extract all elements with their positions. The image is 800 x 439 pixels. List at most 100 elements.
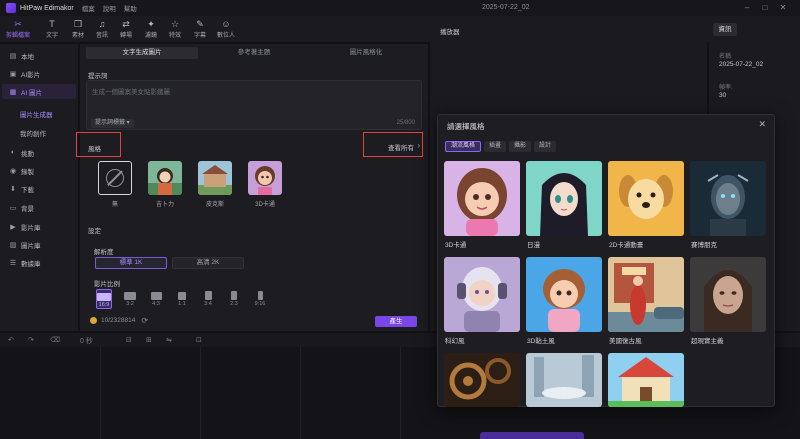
tool-material[interactable]: ❒ 素材 <box>66 18 90 40</box>
sidebar-item-video-library[interactable]: ▶ 影片庫 <box>2 219 76 234</box>
sidebar-item-swap[interactable]: ◐ 挑動 <box>2 145 76 160</box>
refresh-icon[interactable]: ⟳ <box>141 316 148 325</box>
chip-illustration[interactable]: 插畫 <box>484 141 507 152</box>
title-bar: HitPaw Edimakor 檔案 說明 幫助 2025-07-22_02 –… <box>0 0 800 16</box>
left-sidebar: ▤ 本地 ▣ AI影片 ▦ AI 圖片 圖片生成器 我的創作 ◐ 挑動 ◉ 錄製… <box>0 44 78 331</box>
style-card-label: 2D卡通動畫 <box>609 242 644 249</box>
style-card-label: 賽博朋克 <box>691 242 717 249</box>
music-icon: ♫ <box>98 19 106 29</box>
sidebar-subitem-my-creations[interactable]: 我的創作 <box>20 128 46 138</box>
subtitle-icon: ✎ <box>196 19 204 29</box>
image-generator-panel: 文字生成圖片 參考著主題 圖片風格化 提示詞 生成一個圖案美女貼影纖麗 提示詞標… <box>76 44 428 331</box>
tool-audio[interactable]: ♫ 音訊 <box>90 18 114 40</box>
style-card-steampunk[interactable] <box>444 353 520 407</box>
style-picker-dialog: 請選擇風格 ✕ 潮流風格 插畫 攝影 設計 3D卡通 日漫 2D卡通動畫 賽博朋… <box>437 114 775 407</box>
aspect-ratio-2-3[interactable]: 2:3 <box>226 289 242 309</box>
sidebar-subitem-image-generator[interactable]: 圖片生成器 <box>20 109 53 119</box>
aspect-ratio-label: 16:9 <box>98 302 110 308</box>
sidebar-item-local[interactable]: ▤ 本地 <box>2 48 76 63</box>
menu-help[interactable]: 說明 <box>103 3 116 13</box>
undo-icon[interactable]: ↶ <box>8 336 14 344</box>
resolution-2k-button[interactable]: 高清 2K <box>172 257 244 269</box>
sidebar-item-ai-video[interactable]: ▣ AI影片 <box>2 66 76 81</box>
tool-subtitle[interactable]: ✎ 字幕 <box>188 18 212 40</box>
style-card-3d-cartoon[interactable] <box>444 161 520 236</box>
tool-edit-files[interactable]: ✂ 剪輯檔案 <box>6 18 30 40</box>
aspect-ratio-3-4[interactable]: 3:4 <box>200 289 216 309</box>
tab-reference-subject[interactable]: 參考著主題 <box>198 47 310 59</box>
chip-photography[interactable]: 攝影 <box>509 141 532 152</box>
resolution-1k-button[interactable]: 標準 1K <box>95 257 167 269</box>
aspect-ratio-shape-icon <box>150 292 162 300</box>
style-card-surrealism[interactable] <box>690 257 766 332</box>
style-card-cartoon-house[interactable] <box>608 353 684 407</box>
style-3d-cartoon-label: 3D卡通 <box>255 202 275 208</box>
timeline-clip[interactable] <box>480 432 584 439</box>
style-card-futuristic-car[interactable] <box>526 353 602 407</box>
maximize-icon[interactable]: □ <box>760 3 770 13</box>
aspect-ratio-label: 3:2 <box>126 301 134 307</box>
tool-digital-human[interactable]: ☺ 數位人 <box>214 18 238 40</box>
tab-image-stylize[interactable]: 圖片風格化 <box>310 47 422 59</box>
style-card-clay-3d[interactable] <box>526 257 602 332</box>
aspect-ratio-label: 4:3 <box>152 301 160 307</box>
tool-effects[interactable]: ☆ 特效 <box>163 18 187 40</box>
crop-icon[interactable]: ⊡ <box>196 336 202 344</box>
style-card-scifi[interactable] <box>444 257 520 332</box>
aspect-ratio-16-9[interactable]: 16:9 <box>96 289 112 309</box>
zoom-readout: 0 秒 <box>80 338 93 345</box>
tab-info[interactable]: 資訊 <box>713 23 737 36</box>
minimize-icon[interactable]: – <box>742 3 752 13</box>
style-card-2d-cartoon[interactable] <box>608 161 684 236</box>
tool-text[interactable]: T 文字 <box>40 18 64 40</box>
text-tool-icon[interactable]: ⊞ <box>146 336 152 344</box>
redo-icon[interactable]: ↷ <box>28 336 34 344</box>
sidebar-item-ai-image[interactable]: ▦ AI 圖片 <box>2 84 76 99</box>
prompt-input[interactable]: 生成一個圖案美女貼影纖麗 提示詞標籤 ▾ 25/800 <box>86 80 422 130</box>
aspect-ratio-9-16[interactable]: 9:16 <box>252 289 268 309</box>
style-none-thumb[interactable] <box>98 161 132 195</box>
transition-icon: ⇄ <box>122 19 130 29</box>
aspect-ratio-3-2[interactable]: 3:2 <box>122 289 138 309</box>
info-value: 2025-07-22_02 <box>719 61 764 68</box>
close-icon[interactable]: ✕ <box>758 119 766 130</box>
tool-transition[interactable]: ⇄ 轉場 <box>114 18 138 40</box>
chip-design[interactable]: 設計 <box>534 141 557 152</box>
mirror-icon[interactable]: ⇋ <box>166 336 172 344</box>
prompt-placeholder: 生成一個圖案美女貼影纖麗 <box>92 89 170 96</box>
style-card-american-retro[interactable] <box>608 257 684 332</box>
sidebar-item-background[interactable]: ▭ 背景 <box>2 200 76 215</box>
download-icon: ⬇ <box>10 185 16 193</box>
prompt-char-count: 25/800 <box>396 120 415 126</box>
delete-icon[interactable]: ⌫ <box>50 336 60 344</box>
american-retro-thumb <box>608 257 684 332</box>
tool-filter[interactable]: ✦ 濾鏡 <box>139 18 163 40</box>
style-pixar-thumb[interactable] <box>198 161 232 195</box>
menu-support[interactable]: 幫助 <box>124 3 137 13</box>
style-card-anime[interactable] <box>526 161 602 236</box>
cartoon-house-thumb <box>608 353 684 407</box>
sidebar-item-label: 數據庫 <box>21 260 41 268</box>
close-window-icon[interactable]: ✕ <box>778 3 788 13</box>
avatar-icon: ☺ <box>221 19 231 29</box>
sidebar-item-download[interactable]: ⬇ 下載 <box>2 181 76 196</box>
style-3d-cartoon-thumb[interactable] <box>248 161 282 195</box>
tool-label: 特效 <box>168 33 181 39</box>
sidebar-item-database[interactable]: ☰ 數據庫 <box>2 255 76 270</box>
tab-text-to-image[interactable]: 文字生成圖片 <box>86 47 198 59</box>
aspect-ratio-1-1[interactable]: 1:1 <box>174 289 190 309</box>
aspect-ratio-4-3[interactable]: 4:3 <box>148 289 164 309</box>
generate-button[interactable]: 產生 <box>375 316 417 327</box>
tool-label: 素材 <box>71 33 84 39</box>
split-icon[interactable]: ⊟ <box>126 336 132 344</box>
highlight-style-label <box>76 132 121 157</box>
clay-3d-thumb <box>526 257 602 332</box>
sidebar-item-record[interactable]: ◉ 錄製 <box>2 163 76 178</box>
sidebar-item-image-library[interactable]: ▨ 圖片庫 <box>2 237 76 252</box>
style-card-cyberpunk[interactable] <box>690 161 766 236</box>
sidebar-item-label: 錄製 <box>21 168 34 176</box>
chip-trending[interactable]: 潮流風格 <box>445 141 482 152</box>
prompt-tag-dropdown[interactable]: 提示詞標籤 ▾ <box>91 119 134 128</box>
style-ghibli-thumb[interactable] <box>148 161 182 195</box>
menu-file[interactable]: 檔案 <box>82 3 95 13</box>
